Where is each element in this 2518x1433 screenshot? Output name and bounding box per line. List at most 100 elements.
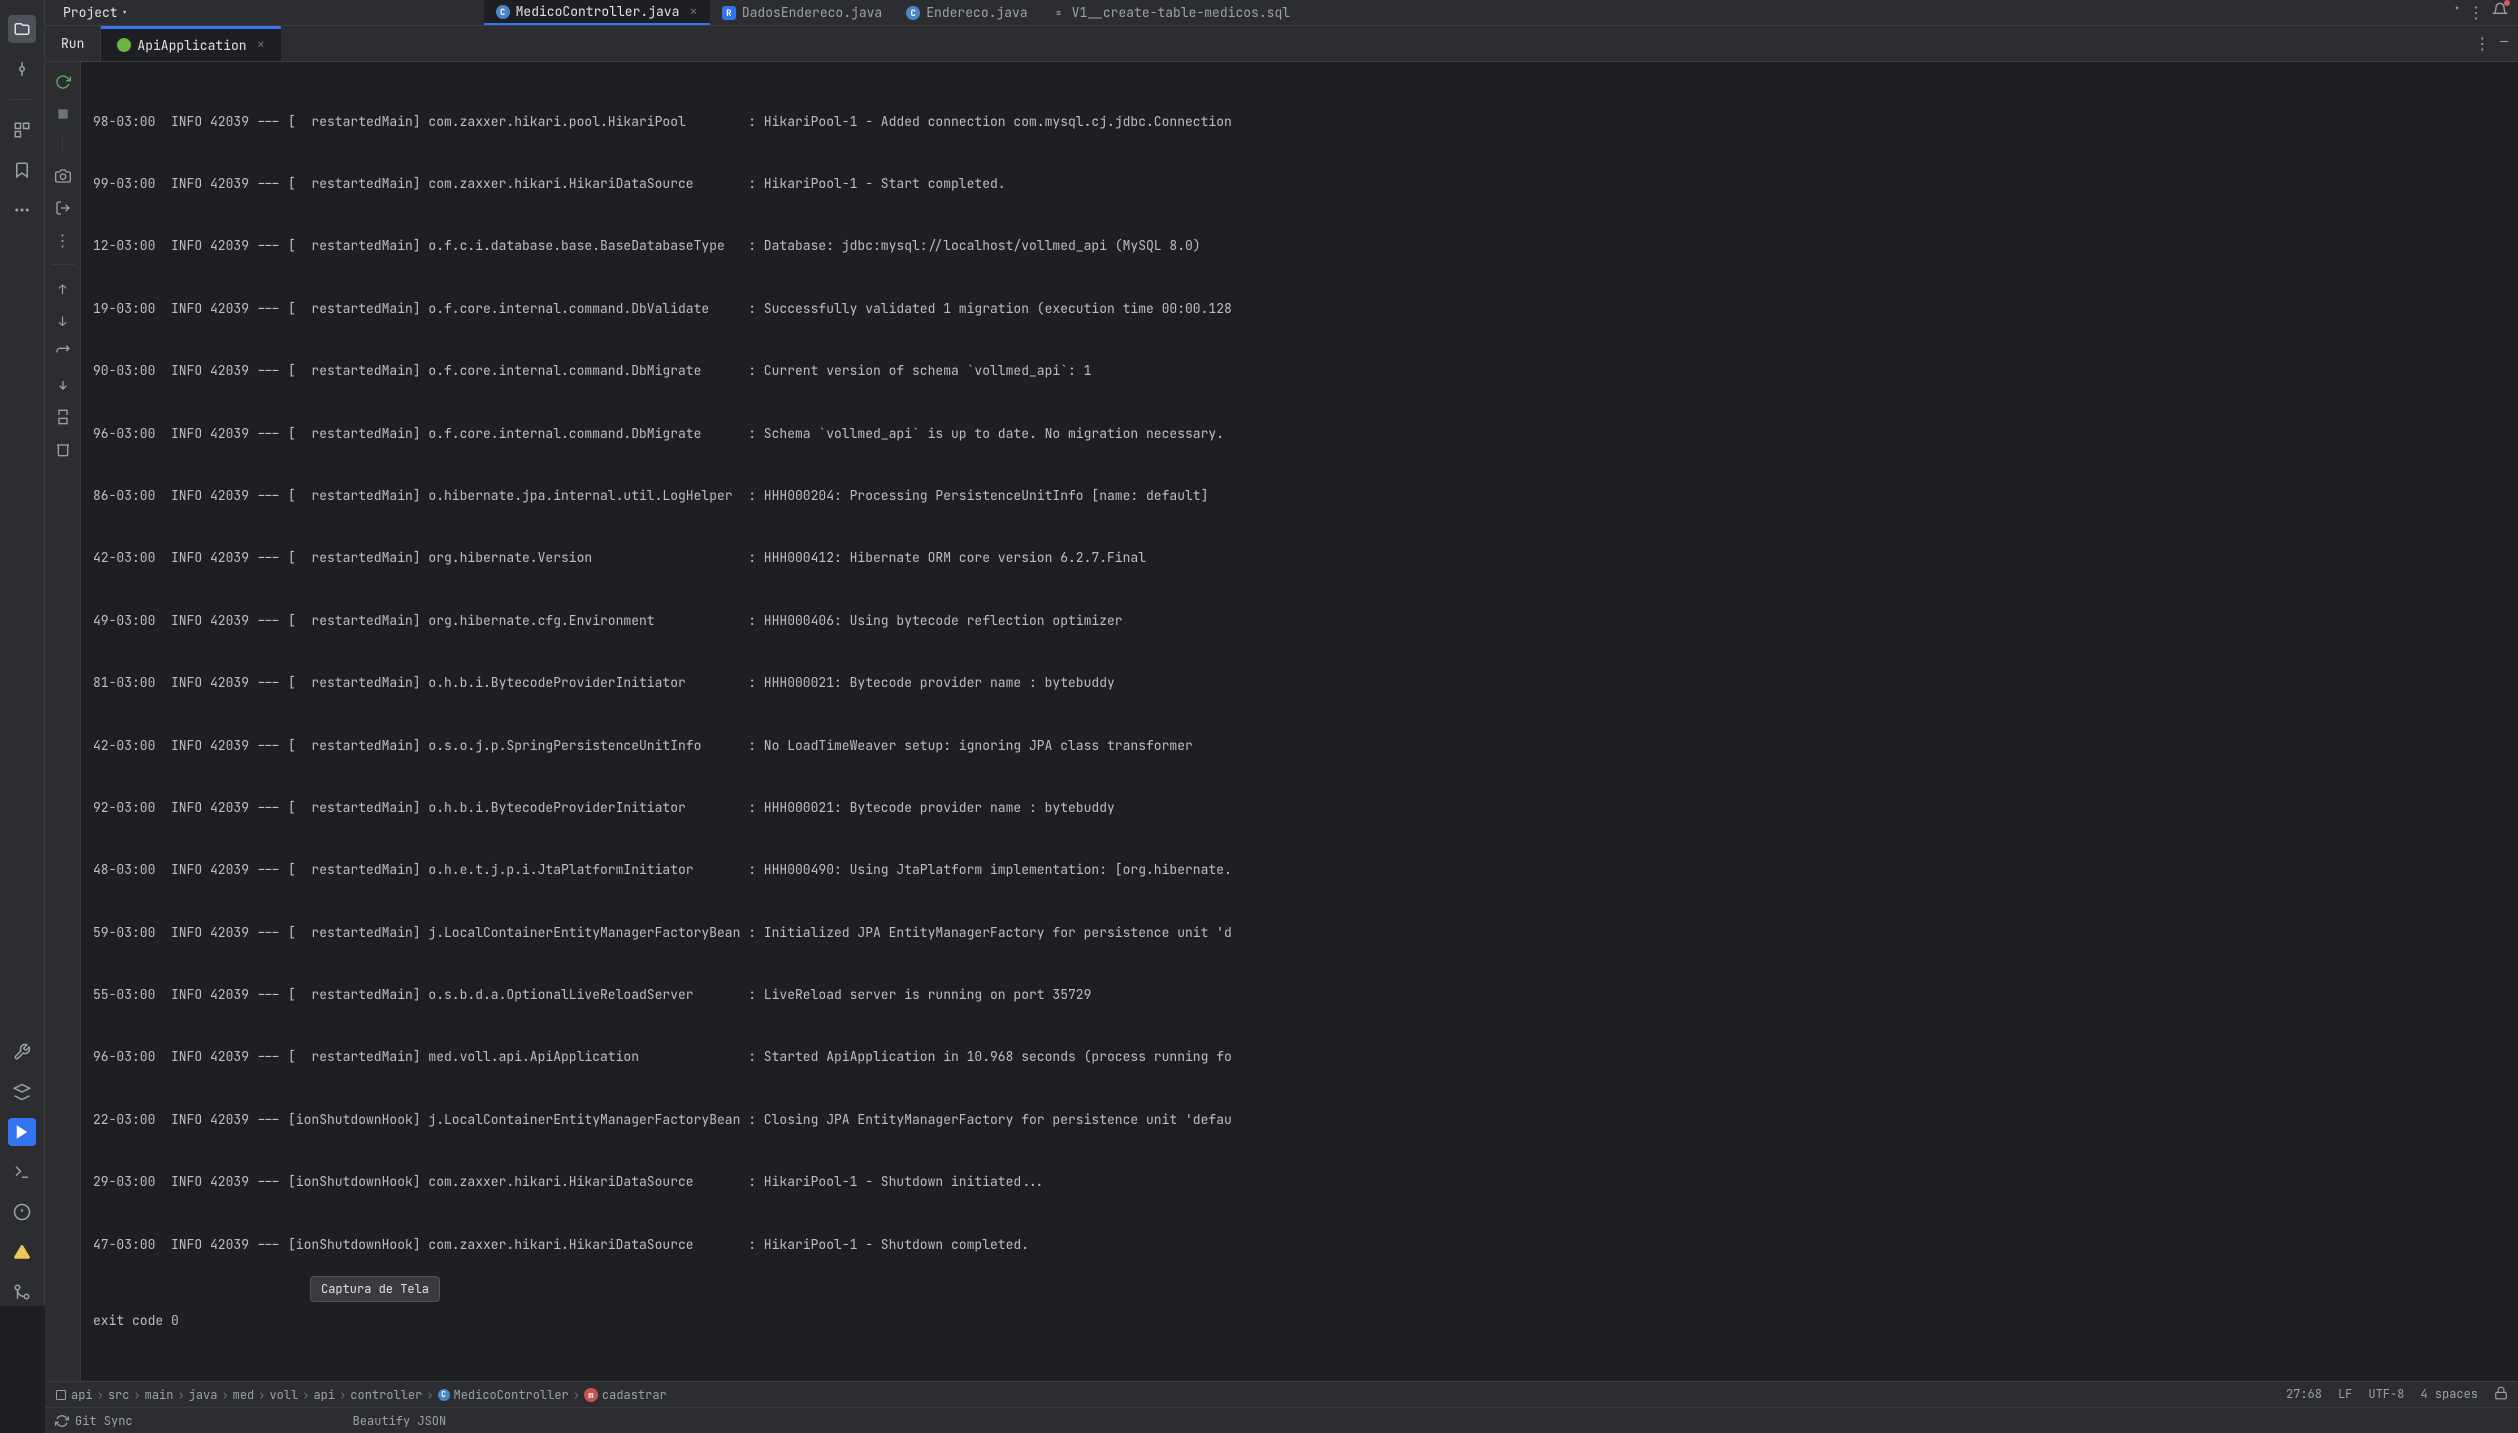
- close-icon[interactable]: ×: [257, 36, 265, 54]
- log-line: 59-03:00 INFO 42039 --- [ restartedMain]…: [81, 923, 2518, 944]
- log-line: 42-03:00 INFO 42039 --- [ restartedMain]…: [81, 548, 2518, 569]
- left-sidebar: [0, 0, 45, 1306]
- tab-label: MedicoController.java: [516, 3, 680, 20]
- terminal-icon[interactable]: [8, 1158, 36, 1186]
- tab-label: Endereco.java: [926, 4, 1027, 21]
- bookmarks-icon[interactable]: [8, 156, 36, 184]
- breadcrumb-item[interactable]: src: [108, 1387, 130, 1403]
- project-icon[interactable]: [8, 15, 36, 43]
- java-record-icon: R: [722, 6, 736, 20]
- tab-dados-endereco[interactable]: R DadosEndereco.java: [710, 0, 894, 25]
- git-sync-button[interactable]: Git Sync: [55, 1413, 133, 1429]
- tab-medico-controller[interactable]: C MedicoController.java ×: [484, 0, 710, 25]
- java-class-icon: C: [438, 1389, 450, 1401]
- breadcrumb-item[interactable]: voll: [269, 1387, 298, 1403]
- breadcrumb-bar: api › src › main › java › med › voll › a…: [45, 1381, 2518, 1407]
- breadcrumb: api › src › main › java › med › voll › a…: [55, 1387, 667, 1403]
- services-icon[interactable]: [8, 1078, 36, 1106]
- rerun-button[interactable]: [51, 70, 75, 94]
- commits-icon[interactable]: [8, 55, 36, 83]
- beautify-json-label[interactable]: Beautify JSON: [353, 1413, 447, 1429]
- log-line: 12-03:00 INFO 42039 --- [ restartedMain]…: [81, 236, 2518, 257]
- log-line: 48-03:00 INFO 42039 --- [ restartedMain]…: [81, 860, 2518, 881]
- tab-label: V1__create-table-medicos.sql: [1072, 4, 1290, 21]
- project-selector[interactable]: Project ▾: [55, 0, 136, 25]
- structure-icon[interactable]: [8, 116, 36, 144]
- run-config-tab[interactable]: ApiApplication ×: [101, 26, 281, 61]
- status-bar: Git Sync Beautify JSON: [45, 1407, 2518, 1433]
- scroll-end-button[interactable]: [51, 373, 75, 397]
- breadcrumb-item[interactable]: java: [189, 1387, 218, 1403]
- log-line: 86-03:00 INFO 42039 --- [ restartedMain]…: [81, 486, 2518, 507]
- breadcrumb-item[interactable]: api: [71, 1387, 93, 1403]
- log-line: 29-03:00 INFO 42039 --- [ionShutdownHook…: [81, 1172, 2518, 1193]
- tab-label: DadosEndereco.java: [742, 4, 882, 21]
- run-config-name: ApiApplication: [137, 37, 246, 54]
- spring-icon: [117, 38, 131, 52]
- exit-button[interactable]: [51, 196, 75, 220]
- notifications-icon[interactable]: [2492, 2, 2508, 23]
- log-line: 55-03:00 INFO 42039 --- [ restartedMain]…: [81, 985, 2518, 1006]
- warnings-icon[interactable]: [8, 1238, 36, 1266]
- breadcrumb-item[interactable]: MedicoController: [454, 1387, 569, 1403]
- log-line: 81-03:00 INFO 42039 --- [ restartedMain]…: [81, 673, 2518, 694]
- log-line: 22-03:00 INFO 42039 --- [ionShutdownHook…: [81, 1110, 2518, 1131]
- toolbar-menu-icon[interactable]: ⋮: [51, 228, 75, 252]
- indent-setting[interactable]: 4 spaces: [2420, 1386, 2478, 1404]
- breadcrumb-item[interactable]: main: [145, 1387, 174, 1403]
- run-panel-title: Run: [45, 26, 101, 61]
- breadcrumb-item[interactable]: cadastrar: [602, 1387, 667, 1403]
- log-line: 90-03:00 INFO 42039 --- [ restartedMain]…: [81, 361, 2518, 382]
- close-icon[interactable]: ×: [689, 3, 697, 21]
- cursor-position[interactable]: 27:68: [2286, 1386, 2322, 1404]
- notification-dot: [2504, 0, 2510, 6]
- down-arrow-button[interactable]: ↓: [51, 309, 75, 333]
- stop-button[interactable]: [51, 102, 75, 126]
- log-line: 99-03:00 INFO 42039 --- [ restartedMain]…: [81, 174, 2518, 195]
- breadcrumb-item[interactable]: api: [313, 1387, 335, 1403]
- editor-tabs: C MedicoController.java × R DadosEnderec…: [484, 0, 1302, 25]
- java-class-icon: C: [496, 5, 510, 19]
- run-tool-icon[interactable]: [8, 1118, 36, 1146]
- module-icon: [55, 1389, 67, 1401]
- git-status-label: Git Sync: [75, 1413, 133, 1429]
- log-line: 96-03:00 INFO 42039 --- [ restartedMain]…: [81, 424, 2518, 445]
- soft-wrap-button[interactable]: [51, 341, 75, 365]
- log-line: 19-03:00 INFO 42039 --- [ restartedMain]…: [81, 299, 2518, 320]
- tabs-dropdown-icon[interactable]: ▾: [2454, 2, 2460, 23]
- breadcrumb-item[interactable]: controller: [350, 1387, 422, 1403]
- tab-endereco[interactable]: C Endereco.java: [894, 0, 1039, 25]
- line-separator[interactable]: LF: [2338, 1386, 2352, 1404]
- screenshot-button[interactable]: [51, 164, 75, 188]
- lock-icon[interactable]: [2494, 1386, 2508, 1404]
- sql-file-icon: ≡: [1052, 6, 1066, 20]
- minimize-icon[interactable]: —: [2500, 33, 2508, 54]
- delete-button[interactable]: [51, 437, 75, 461]
- tab-sql-migration[interactable]: ≡ V1__create-table-medicos.sql: [1040, 0, 1302, 25]
- up-arrow-button[interactable]: ↑: [51, 277, 75, 301]
- log-line: 47-03:00 INFO 42039 --- [ionShutdownHook…: [81, 1235, 2518, 1256]
- run-header: Run ApiApplication × ⋮ —: [45, 26, 2518, 62]
- method-icon: m: [584, 1388, 598, 1402]
- more-icon[interactable]: [8, 196, 36, 224]
- log-line: 96-03:00 INFO 42039 --- [ restartedMain]…: [81, 1047, 2518, 1068]
- log-line: 98-03:00 INFO 42039 --- [ restartedMain]…: [81, 112, 2518, 133]
- build-icon[interactable]: [8, 1038, 36, 1066]
- run-menu-icon[interactable]: ⋮: [2474, 33, 2490, 54]
- log-line: 49-03:00 INFO 42039 --- [ restartedMain]…: [81, 611, 2518, 632]
- breadcrumb-item[interactable]: med: [233, 1387, 255, 1403]
- log-line: exit code 0: [81, 1311, 2518, 1332]
- console-output[interactable]: 98-03:00 INFO 42039 --- [ restartedMain]…: [81, 62, 2518, 1381]
- run-toolbar: ⋮ ↑ ↓: [45, 62, 81, 1381]
- file-encoding[interactable]: UTF-8: [2368, 1386, 2404, 1404]
- log-line: 42-03:00 INFO 42039 --- [ restartedMain]…: [81, 736, 2518, 757]
- problems-icon[interactable]: [8, 1198, 36, 1226]
- screenshot-tooltip: Captura de Tela: [310, 1276, 440, 1302]
- print-button[interactable]: [51, 405, 75, 429]
- log-line: 92-03:00 INFO 42039 --- [ restartedMain]…: [81, 798, 2518, 819]
- git-icon[interactable]: [8, 1278, 36, 1306]
- chevron-down-icon: ▾: [122, 6, 128, 19]
- tabs-menu-icon[interactable]: ⋮: [2468, 2, 2484, 23]
- java-class-icon: C: [906, 6, 920, 20]
- top-bar: Project ▾ C MedicoController.java × R Da…: [45, 0, 2518, 26]
